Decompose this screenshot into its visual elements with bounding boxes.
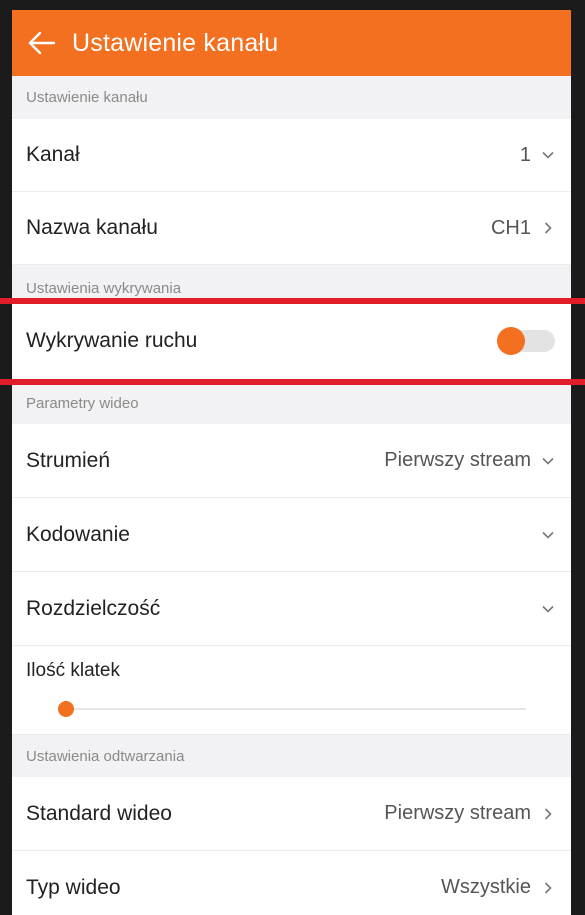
motion-detection-row: Wykrywanie ruchu (12, 301, 571, 382)
screen: Ustawienie kanału Ustawienie kanału Kana… (12, 10, 571, 915)
chevron-right-icon (544, 222, 552, 234)
highlight-line-top (0, 298, 585, 304)
section-header-playback: Ustawienia odtwarzania (12, 735, 571, 777)
channel-value: 1 (519, 143, 531, 166)
channel-label: Kanał (26, 143, 80, 166)
device-frame-top (0, 0, 585, 10)
chevron-down-icon (542, 457, 554, 465)
framerate-row: Ilość klatek (12, 646, 571, 735)
framerate-slider-thumb[interactable] (58, 701, 74, 717)
encoding-label: Kodowanie (26, 522, 130, 546)
chevron-right-icon (544, 881, 552, 894)
chevron-down-icon (542, 605, 554, 613)
video-type-label: Typ wideo (26, 875, 121, 899)
toggle-knob (497, 327, 525, 355)
motion-detection-toggle[interactable] (497, 326, 555, 356)
video-standard-value: Pierwszy stream (384, 802, 531, 824)
video-standard-label: Standard wideo (26, 801, 172, 825)
back-button[interactable] (12, 10, 72, 76)
chevron-right-icon (544, 807, 552, 820)
video-type-row[interactable]: Typ wideo Wszystkie (12, 851, 571, 915)
highlight-line-bottom (0, 379, 585, 385)
stream-row[interactable]: Strumień Pierwszy stream (12, 424, 571, 498)
resolution-row[interactable]: Rozdzielczość (12, 572, 571, 646)
chevron-down-icon (542, 151, 554, 159)
stream-label: Strumień (26, 448, 111, 472)
video-type-value: Wszystkie (441, 876, 531, 898)
channel-row[interactable]: Kanał 1 (12, 119, 571, 192)
motion-detection-label: Wykrywanie ruchu (26, 329, 198, 352)
chevron-down-icon (542, 531, 554, 539)
section-header-video: Parametry wideo (12, 382, 571, 424)
video-standard-row[interactable]: Standard wideo Pierwszy stream (12, 777, 571, 851)
framerate-label: Ilość klatek (26, 660, 120, 681)
device-frame-right (571, 0, 585, 915)
framerate-slider-track[interactable] (67, 708, 526, 710)
channel-name-label: Nazwa kanału (26, 216, 158, 239)
section-header-detection: Ustawienia wykrywania (12, 265, 571, 301)
channel-name-row[interactable]: Nazwa kanału CH1 (12, 192, 571, 265)
encoding-row[interactable]: Kodowanie (12, 498, 571, 572)
section-header-channel: Ustawienie kanału (12, 76, 571, 119)
page-title: Ustawienie kanału (72, 28, 279, 57)
app-bar: Ustawienie kanału (12, 10, 571, 76)
arrow-left-icon (28, 31, 56, 55)
stream-value: Pierwszy stream (384, 449, 531, 471)
channel-name-value: CH1 (490, 216, 531, 239)
resolution-label: Rozdzielczość (26, 596, 161, 620)
device-frame-left (0, 0, 12, 915)
